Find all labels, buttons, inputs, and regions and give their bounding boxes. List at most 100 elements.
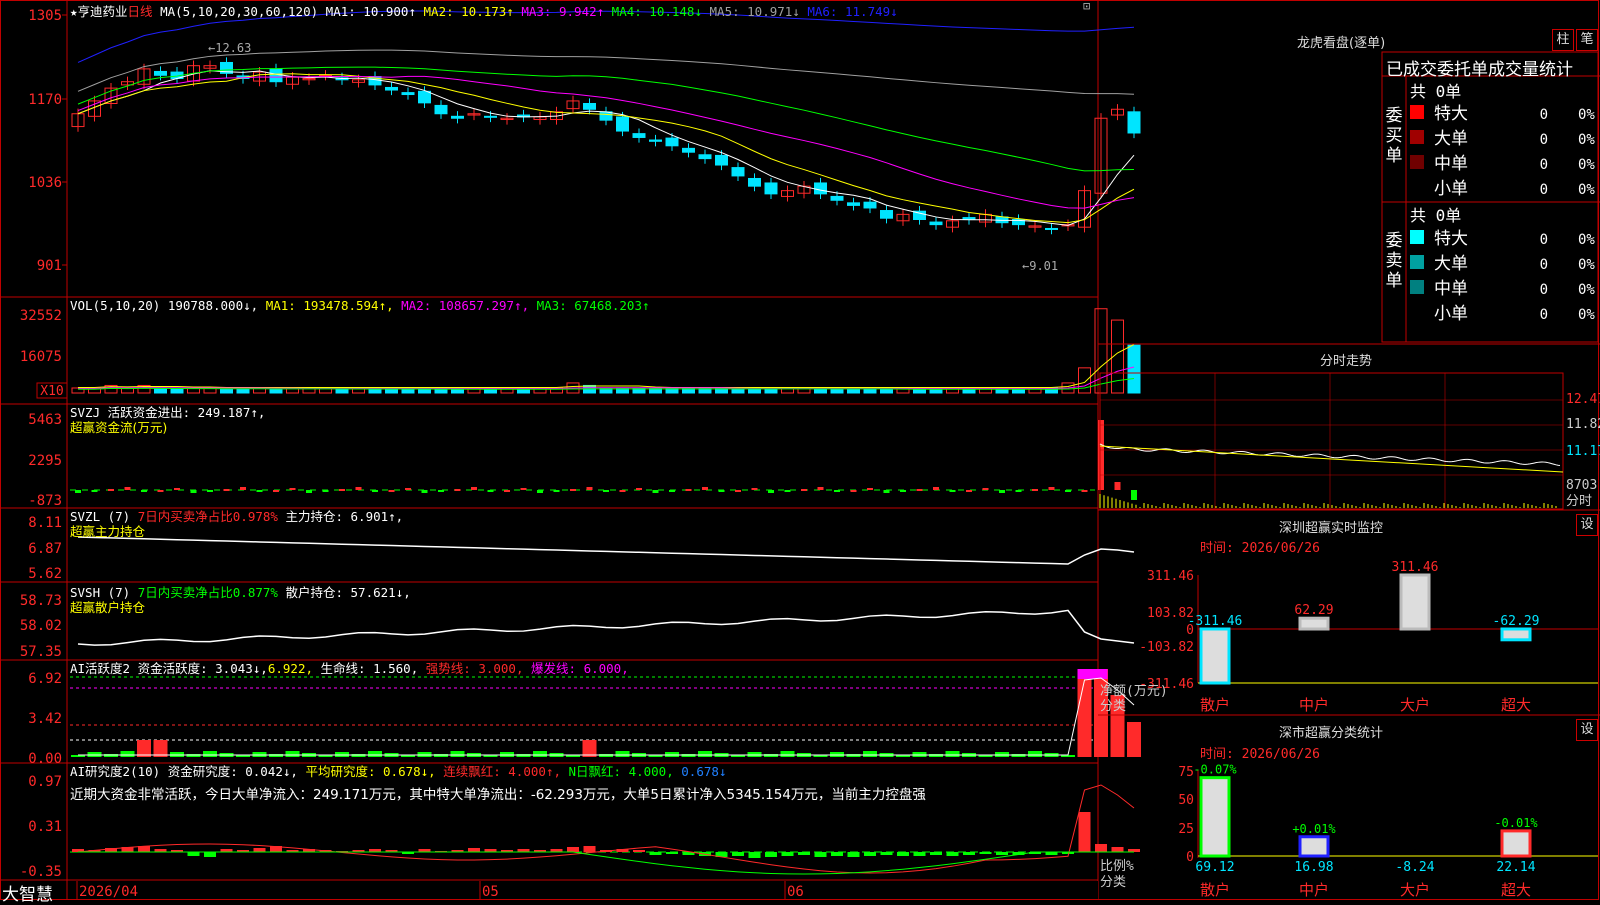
cls-bar-bottom-label: 22.14 [1496, 860, 1535, 875]
svzj-bar [1015, 490, 1022, 492]
candle [1045, 227, 1058, 230]
candle [616, 116, 629, 132]
ai2-ytick: 0.31 [28, 819, 62, 835]
svzj-bar [108, 489, 114, 491]
sell-row-label: 特大 [1434, 229, 1468, 249]
candlestick-group [71, 57, 1141, 235]
candle [451, 115, 464, 119]
svzj-bar [306, 490, 312, 493]
vol-ma2-line [78, 366, 1135, 389]
candle [418, 90, 431, 104]
brand-label: 大智慧 [2, 885, 53, 905]
svzj-bar [75, 490, 81, 493]
buy-row-count: 0 [1540, 132, 1548, 148]
svzj-bar [504, 490, 510, 492]
ai2-bar [1078, 812, 1091, 852]
ai1-bar [450, 751, 465, 757]
favorite-star-icon[interactable]: ★ [70, 4, 78, 19]
ma-params: MA(5,10,20,30,60,120) [160, 4, 319, 19]
sell-row-swatch [1410, 230, 1424, 244]
svzj-bar [355, 487, 362, 490]
svzj-bar [784, 490, 791, 492]
date-label: 06 [787, 884, 804, 900]
ai1-bar [1127, 722, 1141, 757]
svzj-bar [735, 490, 741, 492]
buy-row-label: 大单 [1434, 129, 1468, 149]
fenshi-title: 分时走势 [1320, 354, 1373, 369]
candle [880, 210, 893, 219]
svzj-bar [372, 490, 378, 492]
ai2-green-line [78, 851, 1134, 875]
buy-row-label: 特大 [1434, 104, 1468, 124]
svzj-bar [388, 490, 395, 492]
vol-ma1-line [78, 344, 1135, 388]
buy-row-count: 0 [1540, 157, 1548, 173]
ma-line-1 [77, 70, 1135, 226]
tick-mode-button[interactable]: 笔 [1576, 29, 1598, 51]
high-price-note: ←12.63 [208, 41, 251, 55]
ai2-bar [996, 852, 1008, 855]
bar-mode-button[interactable]: 柱 [1552, 29, 1574, 51]
svzj-bar [900, 490, 906, 492]
mon-ytick: 311.46 [1147, 569, 1194, 584]
candle [847, 202, 860, 206]
ai1-bar [945, 751, 960, 757]
svzj-bar [1081, 490, 1088, 492]
sell-side-label: 委 [1386, 231, 1403, 251]
candle [484, 115, 497, 118]
ai2-bar [1111, 847, 1124, 852]
main-chart-header: ★亨迪药业日线 MA(5,10,20,30,60,120) MA1: 10.90… [70, 1, 898, 20]
cls-bar-bottom-label: 69.12 [1195, 860, 1234, 875]
buy-total: 共 0单 [1410, 82, 1461, 101]
mon-bar [1298, 616, 1330, 631]
sell-row-label: 中单 [1434, 279, 1468, 299]
buy-row-label: 中单 [1434, 154, 1468, 174]
ai1-burst-cap [1077, 669, 1108, 679]
ma-line-2 [77, 73, 1135, 224]
ai2-bar [204, 852, 216, 857]
lhb-tabs[interactable]: 已成交委托单成交量统计 [1386, 55, 1573, 80]
monitor-settings-button[interactable]: 设 [1576, 514, 1598, 536]
svzj-bar [421, 490, 428, 493]
cls-bar-top-label: -0.01% [1494, 816, 1538, 830]
period-label[interactable]: 日线 [128, 4, 153, 19]
svzl-line [77, 536, 1135, 565]
svzj-bar [537, 490, 543, 493]
ai1-bar [120, 751, 135, 757]
cls-bar [1199, 776, 1231, 858]
volume-bar [1127, 344, 1141, 394]
candle [632, 133, 646, 138]
sell-row-count: 0 [1540, 232, 1548, 248]
svzj-bar [1114, 482, 1121, 490]
buy-row-pct: 0% [1578, 107, 1595, 123]
buy-row-swatch [1410, 155, 1424, 169]
ma-value-5: MA5: 10.971↓ [709, 4, 808, 19]
monitor-title: 深圳超赢实时监控 [1279, 521, 1384, 536]
svsh-ytick: 58.02 [20, 618, 62, 634]
ai2-bar [187, 852, 200, 856]
ai2-bar [666, 852, 678, 854]
svzj-bar [685, 489, 692, 491]
candle [665, 137, 679, 147]
fenshi-vol-tick: 8703 [1566, 478, 1597, 493]
ma-values: MA1: 10.900↑ MA2: 10.173↑ MA3: 9.942↑ MA… [326, 4, 898, 19]
main-ytick: 901 [37, 258, 62, 274]
mon-category: 散户 [1200, 696, 1230, 714]
candle [583, 102, 596, 110]
ai2-bar [913, 852, 926, 856]
candle [929, 221, 943, 226]
cls-bar-bottom-label: 16.98 [1294, 860, 1333, 875]
ai2-header: AI研究度2(10) 资金研究度: 0.042↓, 平均研究度: 0.678↓,… [70, 764, 727, 779]
svzj-bar [570, 489, 576, 491]
classify-settings-button[interactable]: 设 [1576, 719, 1598, 741]
stock-name[interactable]: 亨迪药业 [78, 4, 128, 19]
cls-category: 散户 [1200, 881, 1230, 899]
svzj-bar [471, 487, 477, 490]
ai2-bar [963, 852, 975, 855]
svzj-bar [982, 488, 989, 490]
main-ytick: 1170 [28, 92, 62, 108]
date-label: 05 [482, 884, 499, 900]
svzj-bar [949, 490, 956, 492]
ai1-bar [533, 751, 547, 757]
svzj-bar [850, 490, 857, 492]
